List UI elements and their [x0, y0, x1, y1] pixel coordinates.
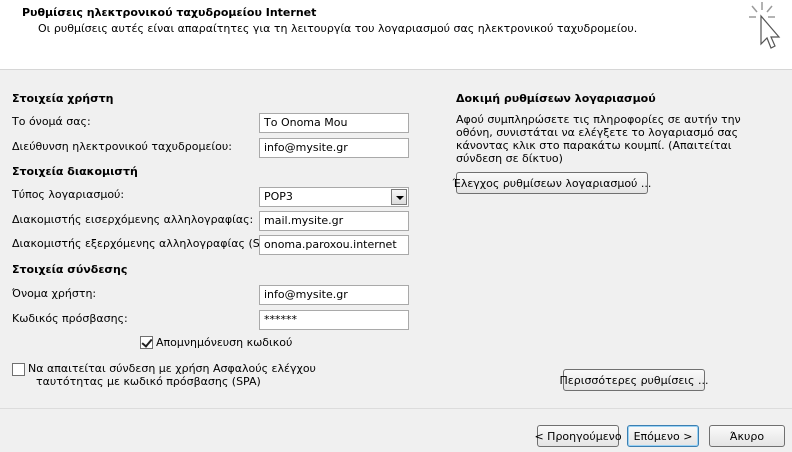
next-button[interactable]: Επόμενο > — [627, 425, 699, 447]
page-title: Ρυθμίσεις ηλεκτρονικού ταχυδρομείου Inte… — [22, 6, 317, 19]
settings-panel: Στοιχεία χρήστη Το όνομά σας: Το Onoma M… — [0, 80, 792, 408]
outgoing-server-label: Διακομιστής εξερχόμενης αλληλογραφίας (S… — [12, 237, 291, 250]
password-input[interactable]: ****** — [259, 310, 409, 330]
outgoing-server-input[interactable]: onoma.paroxou.internet — [259, 235, 409, 255]
footer-divider — [0, 408, 792, 409]
spa-checkbox[interactable] — [12, 363, 25, 376]
incoming-server-label: Διακομιστής εισερχόμενης αλληλογραφίας: — [12, 213, 254, 226]
email-label: Διεύθυνση ηλεκτρονικού ταχυδρομείου: — [12, 140, 232, 153]
section-user-info: Στοιχεία χρήστη — [12, 92, 114, 105]
desc-line-3: κάνοντας κλικ στο παρακάτω κουμπί. (Απαι… — [456, 139, 732, 152]
username-input[interactable]: info@mysite.gr — [259, 285, 409, 305]
remember-password-label: Απομνημόνευση κωδικού — [156, 336, 293, 349]
cursor-sparkle-icon — [749, 2, 781, 49]
account-type-value: POP3 — [264, 190, 293, 203]
wizard-header: Ρυθμίσεις ηλεκτρονικού ταχυδρομείου Inte… — [0, 0, 792, 70]
desc-line-2: οθόνη, συνιστάται να ελέγξετε το λογαρια… — [456, 126, 739, 139]
desc-line-1: Αφού συμπληρώσετε τις πληροφορίες σε αυτ… — [456, 113, 741, 126]
chevron-down-icon[interactable] — [391, 189, 407, 205]
name-input[interactable]: Το Onoma Mou — [259, 113, 409, 133]
section-login-info: Στοιχεία σύνδεσης — [12, 263, 128, 276]
incoming-server-input[interactable]: mail.mysite.gr — [259, 211, 409, 231]
password-label: Κωδικός πρόσβασης: — [12, 312, 128, 325]
section-server-info: Στοιχεία διακομιστή — [12, 165, 138, 178]
section-test-settings: Δοκιμή ρυθμίσεων λογαριασμού — [456, 92, 656, 105]
name-label: Το όνομά σας: — [12, 115, 91, 128]
account-type-label: Τύπος λογαριασμού: — [12, 188, 125, 201]
remember-password-checkbox[interactable] — [140, 336, 153, 349]
desc-line-4: σύνδεση σε δίκτυο) — [456, 152, 563, 165]
account-type-select[interactable]: POP3 — [259, 187, 409, 207]
spa-label-line1: Να απαιτείται σύνδεση με χρήση Ασφαλούς … — [28, 362, 316, 375]
test-account-settings-button[interactable]: Έλεγχος ρυθμίσεων λογαριασμού ... — [453, 172, 651, 194]
back-button[interactable]: < Προηγούμενο — [534, 425, 622, 447]
username-label: Όνομα χρήστη: — [12, 287, 97, 300]
spa-label-line2: ταυτότητας με κωδικό πρόσβασης (SPA) — [36, 375, 261, 388]
test-settings-description: Αφού συμπληρώσετε τις πληροφορίες σε αυτ… — [456, 113, 741, 165]
cancel-button[interactable]: Άκυρο — [709, 425, 785, 447]
email-input[interactable]: info@mysite.gr — [259, 138, 409, 158]
page-subtitle: Οι ρυθμίσεις αυτές είναι απαραίτητες για… — [38, 22, 638, 35]
more-settings-button[interactable]: Περισσότερες ρυθμίσεις ... — [560, 369, 708, 391]
